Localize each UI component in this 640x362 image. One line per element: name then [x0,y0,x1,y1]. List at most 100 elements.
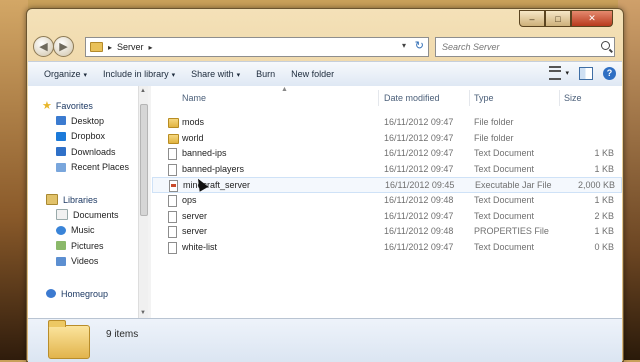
view-controls: ▾ ? [549,66,616,80]
new-folder-button[interactable]: New folder [283,69,342,79]
share-with-button[interactable]: Share with ▾ [183,69,248,79]
scrollbar-thumb[interactable] [140,104,148,216]
file-date-modified: 16/11/2012 09:47 [384,117,454,127]
downloads-icon [56,147,66,157]
breadcrumb-separator[interactable]: ▸ [108,43,112,52]
music-icon [56,225,66,235]
scroll-up-icon[interactable]: ▲ [140,88,146,94]
homegroup-icon [46,289,56,298]
search-input[interactable] [440,41,594,53]
table-row[interactable]: mods 16/11/2012 09:47 File folder [152,115,622,131]
pictures-icon [56,241,66,251]
nav-label: Music [71,225,95,236]
table-row[interactable]: server 16/11/2012 09:48 PROPERTIES File 1 K… [152,224,622,240]
documents-icon [56,209,68,221]
search-box[interactable] [435,37,615,57]
help-icon[interactable]: ? [603,66,616,80]
column-header-size[interactable]: Size [564,93,582,103]
address-bar[interactable]: ▸ Server ▸ ▾ ↻ [85,37,429,57]
file-size: 1 KB [594,163,614,174]
address-row: ◀ ▶ ▸ Server ▸ ▾ ↻ [31,35,619,57]
column-header-name[interactable]: Name [182,93,206,103]
file-name: ops [182,195,197,205]
table-row[interactable]: server 16/11/2012 09:47 Text Document 2 KB [152,209,622,225]
table-row[interactable]: world 16/11/2012 09:47 File folder [152,131,622,147]
details-pane: 9 items [28,318,622,362]
file-type: File folder [474,132,514,143]
table-row[interactable]: ops 16/11/2012 09:48 Text Document 1 KB [152,193,622,209]
file-name: white-list [182,241,218,252]
refresh-icon[interactable]: ↻ [415,39,424,52]
nav-item-recent-places[interactable]: Recent Places [28,160,138,176]
maximize-button[interactable]: □ [545,10,571,27]
forward-button[interactable]: ▶ [53,36,74,57]
nav-item-dropbox[interactable]: Dropbox [28,129,138,145]
nav-item-music[interactable]: Music [28,223,138,239]
homegroup-group: Homegroup [28,286,138,301]
nav-item-desktop[interactable]: Desktop [28,113,138,129]
file-type: PROPERTIES File [474,226,549,237]
folder-icon [90,42,103,52]
column-divider[interactable] [559,90,560,106]
column-divider[interactable] [469,90,470,106]
item-count: 9 items [106,329,139,340]
nav-label: Videos [71,256,99,267]
libraries-icon [46,194,58,205]
column-header-type[interactable]: Type [474,93,494,103]
nav-item-downloads[interactable]: Downloads [28,144,138,160]
chevron-down-icon: ▾ [171,72,176,79]
file-name: banned-players [182,163,245,174]
organize-button[interactable]: Organize ▾ [28,69,95,79]
column-headers: ▲ Name Date modified Type Size [152,86,622,108]
table-row[interactable]: banned-ips 16/11/2012 09:47 Text Document 1… [152,146,622,162]
search-icon[interactable] [601,41,610,50]
scroll-down-icon[interactable]: ▼ [140,310,146,316]
chevron-down-icon: ▾ [236,72,241,79]
column-header-date-modified[interactable]: Date modified [384,93,440,103]
text-document-icon [168,210,177,223]
file-type: Text Document [474,210,535,221]
chevron-down-icon: ▾ [83,72,88,79]
column-divider[interactable] [378,90,379,106]
forward-arrow-icon: ▶ [59,41,68,53]
file-date-modified: 16/11/2012 09:47 [384,241,454,252]
breadcrumb-separator-end[interactable]: ▸ [149,43,153,52]
nav-item-libraries[interactable]: Libraries [28,192,138,207]
properties-file-icon [168,226,177,239]
breadcrumb-server[interactable]: Server [117,42,144,52]
nav-item-videos[interactable]: Videos [28,254,138,270]
file-size: 0 KB [594,241,614,252]
file-date-modified: 16/11/2012 09:47 [384,210,454,221]
include-in-library-button[interactable]: Include in library ▾ [95,69,183,79]
preview-pane-icon[interactable] [579,66,593,80]
libraries-group: Libraries Documents Music Pictures Video… [28,192,138,269]
file-date-modified: 16/11/2012 09:48 [384,195,454,205]
libraries-label: Libraries [63,194,98,205]
text-document-icon [168,148,177,161]
navigation-scrollbar[interactable]: ▲ ▼ [138,86,148,318]
address-dropdown-icon[interactable]: ▾ [402,41,406,50]
close-button[interactable]: ✕ [571,10,613,27]
minimize-button[interactable]: – [519,10,545,27]
change-view-icon[interactable] [549,66,562,80]
view-dropdown-icon[interactable]: ▾ [565,69,569,77]
back-button[interactable]: ◀ [33,36,54,57]
file-date-modified: 16/11/2012 09:47 [384,148,454,159]
table-row[interactable]: minecraft_server 16/11/2012 09:45 Executab… [152,177,622,193]
file-name: banned-ips [182,148,227,159]
nav-item-favorites[interactable]: ★ Favorites [28,98,138,113]
pane-splitter[interactable] [148,86,151,318]
nav-label: Dropbox [71,131,106,142]
file-type: Text Document [474,148,535,159]
jar-file-icon [169,180,178,193]
table-row[interactable]: white-list 16/11/2012 09:47 Text Document 0… [152,240,622,256]
file-date-modified: 16/11/2012 09:47 [384,132,454,143]
folder-thumbnail-icon [48,320,90,359]
file-size: 1 KB [594,226,614,237]
nav-item-documents[interactable]: Documents [28,207,138,223]
nav-item-homegroup[interactable]: Homegroup [28,286,138,301]
burn-button[interactable]: Burn [248,69,283,79]
nav-label: Downloads [71,146,116,157]
nav-item-pictures[interactable]: Pictures [28,238,138,254]
table-row[interactable]: banned-players 16/11/2012 09:47 Text Docum… [152,162,622,178]
